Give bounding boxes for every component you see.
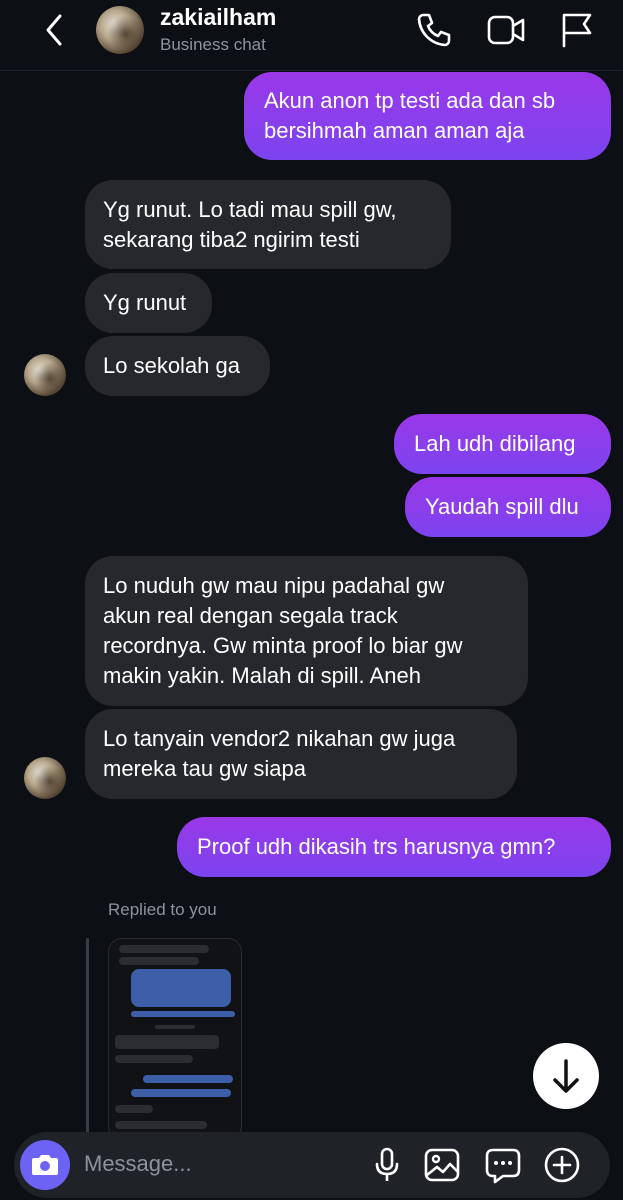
- back-icon: [46, 14, 62, 46]
- camera-icon: [32, 1155, 58, 1175]
- report-button[interactable]: [558, 10, 598, 50]
- message-bubble-outgoing[interactable]: Lah udh dibilang: [394, 414, 611, 474]
- gallery-button[interactable]: [422, 1145, 462, 1185]
- camera-button[interactable]: [20, 1140, 70, 1190]
- message-composer: Message...: [14, 1132, 610, 1198]
- message-bubble-incoming[interactable]: Yg runut: [85, 273, 212, 333]
- more-options-button[interactable]: [542, 1145, 582, 1185]
- image-icon: [424, 1148, 460, 1182]
- mic-icon: [375, 1147, 399, 1181]
- reply-bar: [86, 938, 89, 1138]
- message-bubble-incoming[interactable]: Yg runut. Lo tadi mau spill gw, sekarang…: [85, 180, 451, 269]
- message-bubble-incoming[interactable]: Lo sekolah ga: [85, 336, 270, 396]
- phone-icon: [417, 13, 451, 47]
- message-bubble-incoming[interactable]: Lo nuduh gw mau nipu padahal gw akun rea…: [85, 556, 528, 706]
- message-bubble-outgoing[interactable]: Yaudah spill dlu: [405, 477, 611, 537]
- header-username[interactable]: zakiailham: [160, 4, 276, 31]
- message-bubble-outgoing[interactable]: Akun anon tp testi ada dan sb bersihmah …: [244, 72, 611, 160]
- header-avatar[interactable]: [96, 6, 144, 54]
- call-button[interactable]: [414, 10, 454, 50]
- back-button[interactable]: [40, 12, 70, 48]
- flag-icon: [562, 13, 592, 48]
- chat-header: zakiailham Business chat: [0, 0, 623, 71]
- plus-icon: [544, 1147, 580, 1183]
- replied-label: Replied to you: [108, 900, 217, 919]
- header-subtitle: Business chat: [160, 35, 266, 54]
- voice-message-button[interactable]: [367, 1145, 407, 1185]
- sender-avatar[interactable]: [24, 757, 66, 799]
- sticker-button[interactable]: [483, 1145, 523, 1185]
- message-input[interactable]: Message...: [84, 1151, 192, 1177]
- message-bubble-incoming[interactable]: Lo tanyain vendor2 nikahan gw juga merek…: [85, 709, 517, 799]
- sender-avatar[interactable]: [24, 354, 66, 396]
- replied-screenshot-thumbnail[interactable]: [108, 938, 242, 1140]
- message-bubble-outgoing[interactable]: Proof udh dikasih trs harusnya gmn?: [177, 817, 611, 877]
- video-call-button[interactable]: [486, 10, 526, 50]
- video-icon: [487, 15, 525, 45]
- sticker-icon: [485, 1148, 521, 1184]
- scroll-to-bottom-button[interactable]: [533, 1043, 599, 1109]
- arrow-down-icon: [553, 1059, 579, 1093]
